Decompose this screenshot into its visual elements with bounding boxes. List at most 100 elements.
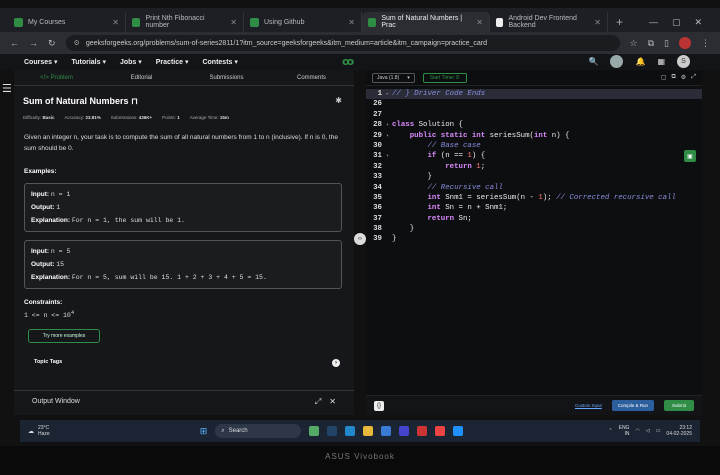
meta-value: 15m xyxy=(219,115,229,120)
clock[interactable]: 23:12 04-02-2025 xyxy=(666,425,692,437)
store-icon[interactable] xyxy=(381,426,392,436)
code-line[interactable]: 27 xyxy=(366,110,702,120)
tab-submissions[interactable]: Submissions xyxy=(184,75,269,81)
battery-icon[interactable]: ▭ xyxy=(656,428,661,434)
start-timer-button[interactable]: Start Timer ⏱ xyxy=(422,72,467,83)
code-line[interactable]: 32 return 1; xyxy=(366,162,702,172)
browser-tab[interactable]: Sum of Natural Numbers | Prac ✕ xyxy=(362,12,490,32)
weather-icon[interactable]: ☁ xyxy=(28,428,34,435)
code-line[interactable]: 39} xyxy=(366,234,702,244)
back-icon[interactable]: ← xyxy=(10,38,19,48)
code-line[interactable]: 37 return Sn; xyxy=(366,214,702,224)
browser-tab[interactable]: Android Dev Frontend Backend ✕ xyxy=(490,12,608,32)
edge-icon[interactable] xyxy=(345,426,356,436)
bug-report-icon[interactable]: ✱ xyxy=(335,96,342,105)
tab-close-icon[interactable]: ✕ xyxy=(348,18,355,27)
tab-comments[interactable]: Comments xyxy=(269,75,354,81)
forward-icon[interactable]: → xyxy=(29,38,38,48)
user-avatar[interactable] xyxy=(610,55,624,68)
gfg-logo-icon[interactable]: ꝏ xyxy=(342,55,354,68)
hamburger-icon[interactable]: ☰ xyxy=(2,82,12,95)
code-line[interactable]: 26 xyxy=(366,99,702,109)
custom-input-link[interactable]: Custom Input xyxy=(575,403,602,408)
app-icon[interactable] xyxy=(417,426,428,436)
try-more-examples-button[interactable]: Try more examples xyxy=(28,329,100,344)
code-line[interactable]: 34 // Recursive call xyxy=(366,183,702,193)
minimize-icon[interactable]: — xyxy=(649,17,658,27)
submit-button[interactable]: Submit xyxy=(663,400,694,411)
language-select[interactable]: Java (1.8) ▾ xyxy=(372,72,415,83)
expand-window-icon[interactable]: ⤢ xyxy=(315,397,321,407)
reset-icon[interactable]: ▢ xyxy=(661,74,667,81)
grid-icon[interactable]: ▦ xyxy=(657,57,665,66)
site-info-icon[interactable]: ⚙ xyxy=(74,39,80,47)
taskbar-search[interactable]: ⌕ Search xyxy=(215,424,302,438)
close-window-icon[interactable]: ✕ xyxy=(694,17,702,28)
notification-icon[interactable]: 🔔 xyxy=(635,57,645,66)
browser-tab[interactable]: Print Nth Fibonacci number ✕ xyxy=(126,12,244,32)
code-editor[interactable]: 1 ▸// } Driver Code Ends 26 27 28 ▾ class Solu… xyxy=(366,89,702,245)
app-icon[interactable] xyxy=(309,426,320,436)
tab-close-icon[interactable]: ✕ xyxy=(594,18,601,27)
new-tab-button[interactable]: + xyxy=(608,12,631,32)
search-icon[interactable]: 🔍 xyxy=(589,57,599,66)
nav-item[interactable]: Contests ▾ xyxy=(202,58,237,66)
code-line[interactable]: 38 } xyxy=(366,224,702,234)
profile-avatar[interactable] xyxy=(679,37,691,49)
weather-widget[interactable]: 23°C Haze xyxy=(38,425,50,437)
bookmark-icon[interactable]: ⊓ xyxy=(131,96,138,106)
tab-close-icon[interactable]: ✕ xyxy=(112,18,119,27)
expand-icon[interactable]: › xyxy=(332,359,340,368)
compile-run-button[interactable]: Compile & Run xyxy=(611,400,654,411)
code-line[interactable]: 29 ▾ public static int seriesSum(int n) { xyxy=(366,131,702,141)
app-icon[interactable] xyxy=(399,426,410,436)
code-line[interactable]: 28 ▾ class Solution { xyxy=(366,120,702,130)
menu-icon[interactable]: ⋮ xyxy=(701,38,710,49)
code-line[interactable]: 30 // Base case xyxy=(366,141,702,151)
url-field[interactable]: ⚙ geeksforgeeks.org/problems/sum-of-seri… xyxy=(65,35,620,51)
windows-start-icon[interactable]: ⊞ xyxy=(200,426,208,437)
maximize-icon[interactable]: ▢ xyxy=(672,17,681,28)
chat-icon[interactable]: ▣ xyxy=(684,150,696,162)
tab-problem[interactable]: </> Problem xyxy=(14,75,99,81)
chrome-icon[interactable] xyxy=(435,426,446,436)
code-line[interactable]: 1 ▸// } Driver Code Ends xyxy=(366,89,702,100)
topic-tags-row[interactable]: Topic Tags › xyxy=(34,359,354,368)
chevron-up-icon[interactable]: ⌃ xyxy=(608,428,612,434)
input-language[interactable]: ENG IN xyxy=(619,425,630,437)
wifi-icon[interactable]: ◠ xyxy=(635,428,639,434)
profile-letter-avatar[interactable]: S xyxy=(677,55,690,68)
task-view-icon[interactable] xyxy=(327,426,338,436)
extensions-icon[interactable]: ⧉ xyxy=(648,38,654,49)
code-line[interactable]: 33 } xyxy=(366,172,702,182)
volume-icon[interactable]: ◁ xyxy=(646,428,650,434)
examples-list: Input: n = 1 Output: 1 Explanation: For n … xyxy=(14,183,354,289)
browser-tab[interactable]: My Courses ✕ xyxy=(8,12,126,32)
code-line[interactable]: 35 int Snm1 = seriesSum(n - 1); // Corre… xyxy=(366,193,702,203)
file-explorer-icon[interactable] xyxy=(363,426,374,436)
nav-item[interactable]: Tutorials ▾ xyxy=(71,58,106,66)
nav-item[interactable]: Jobs ▾ xyxy=(120,58,142,66)
vscode-icon[interactable] xyxy=(453,426,464,436)
bookmark-star-icon[interactable]: ☆ xyxy=(630,38,638,49)
pane-divider-handle[interactable]: ‹› xyxy=(354,233,366,245)
line-number: 35 xyxy=(373,193,382,202)
close-icon[interactable]: ✕ xyxy=(329,397,336,407)
nav-item[interactable]: Practice ▾ xyxy=(156,58,189,66)
format-code-icon[interactable]: {} xyxy=(374,400,384,411)
example-output-label: Output: xyxy=(31,261,55,268)
code-line[interactable]: 31 ▾ if (n == 1) { xyxy=(366,151,702,161)
tab-close-icon[interactable]: ✕ xyxy=(476,18,483,27)
side-panel-icon[interactable]: ▯ xyxy=(664,38,669,49)
code-line[interactable]: 36 int Sn = n + Snm1; xyxy=(366,203,702,213)
fullscreen-icon[interactable]: ⤢ xyxy=(691,74,696,81)
output-window-bar[interactable]: Output Window ⤢ ✕ xyxy=(14,390,354,412)
nav-item[interactable]: Courses ▾ xyxy=(24,58,57,66)
reload-icon[interactable]: ↻ xyxy=(48,38,56,49)
code-text: class Solution { xyxy=(392,121,463,130)
tab-editorial[interactable]: Editorial xyxy=(99,75,184,81)
tab-close-icon[interactable]: ✕ xyxy=(230,18,237,27)
settings-icon[interactable]: ⚙ xyxy=(681,74,686,81)
copy-icon[interactable]: ⧉ xyxy=(672,74,676,81)
browser-tab[interactable]: Using Github ✕ xyxy=(244,12,362,32)
